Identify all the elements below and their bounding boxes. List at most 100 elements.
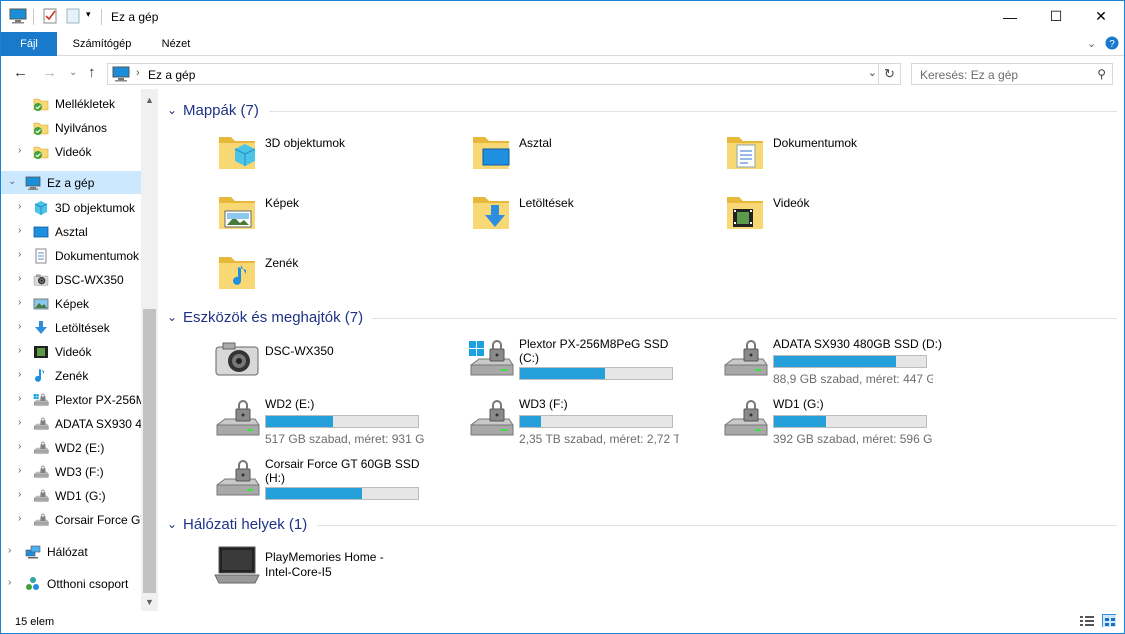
- chevron-right-icon[interactable]: ›: [18, 369, 21, 380]
- sidebar-item[interactable]: Nyilvános: [1, 116, 141, 139]
- sidebar-item-label: Plextor PX-256M8PeG SSD (C:): [55, 393, 141, 407]
- customize-quick-access-icon[interactable]: ▾: [86, 9, 91, 20]
- group-header-devices[interactable]: ⌄ Eszközök és meghajtók (7): [167, 308, 1117, 328]
- collapse-chevron-icon[interactable]: ⌄: [167, 517, 177, 531]
- chevron-right-icon[interactable]: ›: [18, 441, 21, 452]
- breadcrumb-chevron-icon[interactable]: ›: [136, 67, 140, 79]
- sidebar-item[interactable]: › DSC-WX350: [1, 268, 141, 291]
- recent-locations-icon[interactable]: ⌄: [69, 67, 77, 78]
- chevron-right-icon[interactable]: ›: [18, 201, 21, 212]
- scroll-down-icon[interactable]: ▼: [145, 597, 154, 607]
- chevron-right-icon[interactable]: ›: [18, 225, 21, 236]
- chevron-down-icon[interactable]: ⌄: [8, 176, 16, 187]
- drive-free-space: 88,9 GB szabad, méret: 447 GB: [773, 372, 933, 386]
- tab-computer[interactable]: Számítógép: [63, 32, 141, 56]
- chevron-right-icon[interactable]: ›: [18, 513, 21, 524]
- forward-arrow-icon[interactable]: →: [42, 64, 57, 81]
- chevron-right-icon[interactable]: ›: [18, 465, 21, 476]
- back-arrow-icon[interactable]: ←: [13, 64, 28, 81]
- chevron-right-icon[interactable]: ›: [8, 545, 11, 556]
- sidebar-item[interactable]: › Zenék: [1, 364, 141, 387]
- network-location-tile[interactable]: PlayMemories Home - Intel-Core-I5: [213, 541, 463, 597]
- folder-tile[interactable]: Zenék: [213, 247, 463, 303]
- collapse-chevron-icon[interactable]: ⌄: [167, 310, 177, 324]
- group-header-folders[interactable]: ⌄ Mappák (7): [167, 101, 1117, 121]
- sidebar-item[interactable]: Mellékletek: [1, 92, 141, 115]
- help-icon[interactable]: ?: [1105, 36, 1119, 50]
- drive-tile[interactable]: Corsair Force GT 60GB SSD (H:): [213, 455, 463, 511]
- chevron-right-icon[interactable]: ›: [18, 345, 21, 356]
- chevron-right-icon[interactable]: ›: [8, 577, 11, 588]
- sidebar-item[interactable]: › ADATA SX930 480GB SSD (D:): [1, 412, 141, 435]
- scroll-thumb[interactable]: [143, 309, 156, 593]
- folder-music-icon: [213, 247, 261, 295]
- collapse-chevron-icon[interactable]: ⌄: [167, 103, 177, 117]
- address-dropdown-icon[interactable]: ⌄: [868, 66, 877, 79]
- sidebar-item[interactable]: › WD1 (G:): [1, 484, 141, 507]
- drive-tile[interactable]: WD3 (F:) 2,35 TB szabad, méret: 2,72 TB: [467, 395, 717, 451]
- folder-tile[interactable]: Asztal: [467, 127, 717, 183]
- chevron-right-icon[interactable]: ›: [18, 273, 21, 284]
- scroll-up-icon[interactable]: ▲: [145, 95, 154, 105]
- folder-tile[interactable]: Letöltések: [467, 187, 717, 243]
- close-button[interactable]: ✕: [1078, 1, 1124, 32]
- folder-tile[interactable]: Videók: [721, 187, 971, 243]
- chevron-right-icon[interactable]: ›: [18, 489, 21, 500]
- folder-tile[interactable]: 3D objektumok: [213, 127, 463, 183]
- drive-usage-bar: [773, 355, 927, 368]
- breadcrumb[interactable]: Ez a gép: [148, 68, 195, 82]
- search-icon[interactable]: ⚲: [1097, 67, 1106, 81]
- computer-icon[interactable]: [9, 8, 27, 24]
- maximize-button[interactable]: ☐: [1033, 1, 1079, 32]
- tab-file[interactable]: Fájl: [1, 32, 57, 56]
- sidebar-item[interactable]: › Corsair Force GT 60GB SSD (H:): [1, 508, 141, 531]
- sidebar-item[interactable]: › Letöltések: [1, 316, 141, 339]
- sidebar-item[interactable]: › Videók: [1, 140, 141, 163]
- drive-tile[interactable]: WD1 (G:) 392 GB szabad, méret: 596 GB: [721, 395, 971, 451]
- search-input[interactable]: Keresés: Ez a gép ⚲: [911, 63, 1113, 85]
- sidebar-item[interactable]: › Képek: [1, 292, 141, 315]
- sidebar-item[interactable]: › 3D objektumok: [1, 196, 141, 219]
- properties-icon[interactable]: [42, 8, 58, 24]
- group-divider: [372, 318, 1117, 319]
- sidebar-item-label: WD1 (G:): [55, 489, 106, 503]
- sidebar-scrollbar[interactable]: ▲ ▼: [141, 89, 158, 611]
- sidebar-item-label: Letöltések: [55, 321, 110, 335]
- new-folder-icon[interactable]: [65, 8, 81, 24]
- tab-view[interactable]: Nézet: [149, 32, 203, 56]
- address-bar[interactable]: › Ez a gép ⌄ ↻: [107, 63, 901, 85]
- details-view-icon[interactable]: [1080, 615, 1094, 628]
- tiles-view-icon[interactable]: [1102, 614, 1116, 627]
- chevron-right-icon[interactable]: ›: [18, 249, 21, 260]
- sidebar-item[interactable]: › Asztal: [1, 220, 141, 243]
- folder-tile[interactable]: Képek: [213, 187, 463, 243]
- chevron-right-icon[interactable]: ›: [18, 393, 21, 404]
- device-tile[interactable]: DSC-WX350: [213, 335, 463, 391]
- sidebar-item-label: Dokumentumok: [55, 249, 140, 263]
- sidebar-item[interactable]: › WD2 (E:): [1, 436, 141, 459]
- chevron-right-icon[interactable]: ›: [18, 417, 21, 428]
- drive-tile[interactable]: Plextor PX-256M8PeG SSD (C:): [467, 335, 717, 391]
- sidebar-item[interactable]: › Hálózat: [1, 540, 141, 563]
- chevron-right-icon[interactable]: ›: [18, 145, 21, 156]
- minimize-button[interactable]: —: [987, 1, 1033, 32]
- sidebar-item[interactable]: › WD3 (F:): [1, 460, 141, 483]
- sidebar-item[interactable]: ⌄ Ez a gép: [1, 171, 141, 194]
- group-title: Hálózati helyek (1): [183, 516, 308, 533]
- refresh-button[interactable]: ↻: [878, 64, 900, 84]
- chevron-right-icon[interactable]: ›: [18, 297, 21, 308]
- device-label: DSC-WX350: [265, 344, 334, 358]
- chevron-down-icon[interactable]: ⌄: [1087, 37, 1096, 50]
- sidebar-item[interactable]: › Videók: [1, 340, 141, 363]
- drive-tile[interactable]: WD2 (E:) 517 GB szabad, méret: 931 GB: [213, 395, 463, 451]
- up-arrow-icon[interactable]: ↑: [88, 64, 96, 81]
- chevron-right-icon[interactable]: ›: [18, 321, 21, 332]
- group-header-network[interactable]: ⌄ Hálózati helyek (1): [167, 515, 1117, 535]
- group-title: Eszközök és meghajtók (7): [183, 309, 364, 326]
- sidebar-item[interactable]: › Otthoni csoport: [1, 572, 141, 595]
- sidebar-item[interactable]: › Plextor PX-256M8PeG SSD (C:): [1, 388, 141, 411]
- sidebar-item-label: Otthoni csoport: [47, 577, 129, 591]
- folder-tile[interactable]: Dokumentumok: [721, 127, 971, 183]
- drive-tile[interactable]: ADATA SX930 480GB SSD (D:) 88,9 GB szabad…: [721, 335, 971, 391]
- sidebar-item[interactable]: › Dokumentumok: [1, 244, 141, 267]
